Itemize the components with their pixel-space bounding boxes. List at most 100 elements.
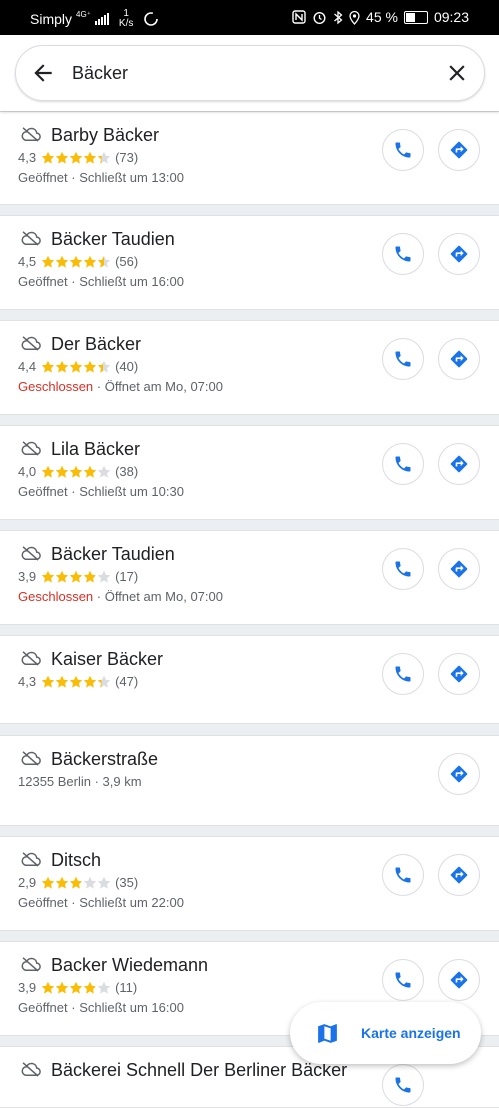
- call-button[interactable]: [382, 443, 424, 485]
- status-text: Geöffnet: [18, 274, 68, 289]
- star-icon: [97, 465, 111, 478]
- call-button[interactable]: [382, 653, 424, 695]
- result-card[interactable]: Lila Bäcker 4,0 (38) Geöffnet · Schließt…: [0, 425, 499, 520]
- directions-button[interactable]: [438, 443, 480, 485]
- star-rating: [41, 570, 111, 584]
- star-icon: [69, 465, 83, 478]
- directions-button[interactable]: [438, 548, 480, 590]
- star-icon: [69, 151, 83, 164]
- hours-text: · Schließt um 22:00: [67, 895, 184, 910]
- location-icon: [349, 10, 360, 25]
- directions-icon: [450, 560, 468, 578]
- place-name[interactable]: Bäckerei Schnell Der Berliner Bäcker: [51, 1060, 347, 1081]
- call-button[interactable]: [382, 338, 424, 380]
- status-bar: Simply 4G⁺ 1 K/s 45 % 09:23: [0, 0, 499, 35]
- phone-icon: [395, 456, 411, 472]
- result-card[interactable]: Bäcker Taudien 4,5 (56) Geöffnet · Schli…: [0, 215, 499, 310]
- result-card[interactable]: Barby Bäcker 4,3 (73) Geöffnet · Schließ…: [0, 111, 499, 205]
- place-name[interactable]: Bäcker Taudien: [51, 544, 175, 565]
- place-name[interactable]: Lila Bäcker: [51, 439, 140, 460]
- call-button[interactable]: [382, 548, 424, 590]
- place-name[interactable]: Kaiser Bäcker: [51, 649, 163, 670]
- clear-icon[interactable]: [444, 60, 470, 86]
- data-speed: 1 K/s: [118, 8, 134, 29]
- star-icon: [83, 360, 97, 373]
- star-icon: [83, 981, 97, 994]
- call-button[interactable]: [382, 233, 424, 275]
- place-name[interactable]: Bäckerstraße: [51, 749, 158, 770]
- rating-value: 4,3: [18, 150, 37, 165]
- star-rating: [41, 876, 111, 890]
- star-icon: [41, 876, 55, 889]
- back-arrow-icon[interactable]: [30, 60, 56, 86]
- directions-icon: [450, 971, 468, 989]
- call-button[interactable]: [382, 129, 424, 171]
- star-icon: [83, 876, 97, 889]
- directions-button[interactable]: [438, 753, 480, 795]
- star-rating: [41, 255, 111, 269]
- result-card[interactable]: Der Bäcker 4,4 (40) Geschlossen · Öffnet…: [0, 320, 499, 415]
- status-text: Geschlossen: [18, 379, 94, 394]
- directions-button[interactable]: [438, 959, 480, 1001]
- rating-row: 3,9 (11): [18, 980, 137, 995]
- star-icon: [55, 570, 69, 583]
- review-count: (73): [115, 150, 139, 165]
- star-icon: [69, 255, 83, 268]
- opening-status: Geöffnet · Schließt um 13:00: [18, 170, 184, 185]
- star-icon: [97, 360, 111, 373]
- directions-icon: [450, 866, 468, 884]
- directions-button[interactable]: [438, 129, 480, 171]
- show-map-button[interactable]: Karte anzeigen: [290, 1002, 481, 1064]
- offline-cloud-icon: [21, 231, 41, 246]
- place-name[interactable]: Barby Bäcker: [51, 125, 159, 146]
- star-icon: [41, 151, 55, 164]
- offline-cloud-icon: [21, 336, 41, 351]
- directions-icon: [450, 665, 468, 683]
- star-icon: [55, 360, 69, 373]
- place-name[interactable]: Der Bäcker: [51, 334, 141, 355]
- phone-icon: [395, 142, 411, 158]
- place-name[interactable]: Bäcker Taudien: [51, 229, 175, 250]
- star-rating: [41, 151, 111, 165]
- directions-button[interactable]: [438, 653, 480, 695]
- place-name[interactable]: Ditsch: [51, 850, 101, 871]
- star-icon: [69, 981, 83, 994]
- rating-value: 3,9: [18, 569, 37, 584]
- place-name[interactable]: Backer Wiedemann: [51, 955, 208, 976]
- directions-button[interactable]: [438, 233, 480, 275]
- result-card[interactable]: Kaiser Bäcker 4,3 (47): [0, 635, 499, 724]
- rating-value: 4,4: [18, 359, 37, 374]
- offline-cloud-icon: [21, 441, 41, 456]
- star-icon: [41, 675, 55, 688]
- star-icon: [97, 570, 111, 583]
- offline-cloud-icon: [21, 852, 41, 867]
- hours-text: · Schließt um 13:00: [67, 170, 184, 185]
- rating-value: 3,9: [18, 980, 37, 995]
- result-card[interactable]: Bäckerstraße 12355 Berlin · 3,9 km: [0, 735, 499, 826]
- review-count: (17): [115, 569, 139, 584]
- directions-button[interactable]: [438, 338, 480, 380]
- opening-status: Geöffnet · Schließt um 10:30: [18, 484, 184, 499]
- review-count: (47): [115, 674, 139, 689]
- star-icon: [41, 981, 55, 994]
- opening-status: Geschlossen · Öffnet am Mo, 07:00: [18, 379, 223, 394]
- directions-button[interactable]: [438, 854, 480, 896]
- star-rating: [41, 360, 111, 374]
- carrier-name: Simply: [30, 11, 73, 27]
- call-button[interactable]: [382, 1064, 424, 1106]
- search-box[interactable]: Bäcker: [15, 45, 485, 101]
- nfc-icon: [292, 10, 306, 24]
- call-button[interactable]: [382, 854, 424, 896]
- review-count: (38): [115, 464, 139, 479]
- result-card[interactable]: Ditsch 2,9 (35) Geöffnet · Schließt um 2…: [0, 836, 499, 931]
- star-icon: [69, 570, 83, 583]
- rating-value: 4,5: [18, 254, 37, 269]
- result-card[interactable]: Bäcker Taudien 3,9 (17) Geschlossen · Öf…: [0, 530, 499, 625]
- opening-status: Geöffnet · Schließt um 16:00: [18, 1000, 184, 1015]
- call-button[interactable]: [382, 959, 424, 1001]
- status-text: Geöffnet: [18, 895, 68, 910]
- star-icon: [55, 876, 69, 889]
- search-input[interactable]: Bäcker: [72, 63, 128, 84]
- phone-icon: [395, 1077, 411, 1093]
- directions-icon: [450, 455, 468, 473]
